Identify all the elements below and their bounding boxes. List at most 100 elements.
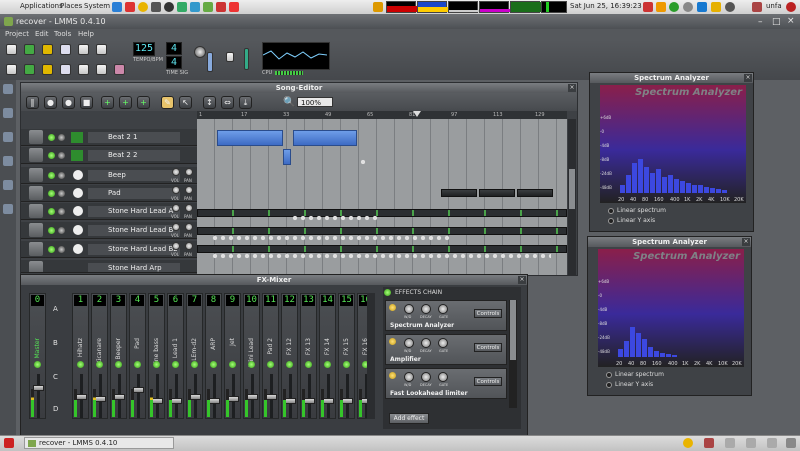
workspace-icon[interactable]	[746, 438, 756, 448]
beat-pattern[interactable]	[217, 130, 283, 146]
fader-track[interactable]	[175, 374, 178, 418]
mixer-channel[interactable]: 14 FX 14	[319, 293, 336, 419]
mixer-channel[interactable]: 11 Pad 2	[262, 293, 279, 419]
mute-led[interactable]	[153, 361, 160, 368]
fx-mixer-icon[interactable]	[78, 64, 89, 75]
add-beat-track-icon[interactable]: +	[101, 96, 114, 109]
volume-knob[interactable]	[172, 204, 180, 212]
places-menu[interactable]: Places	[60, 2, 82, 10]
playhead-marker[interactable]	[413, 111, 421, 117]
controls-button[interactable]: Controls	[474, 343, 502, 352]
pattern-notes[interactable]	[359, 159, 367, 165]
instrument-plugins-icon[interactable]	[3, 84, 13, 94]
keyboard-icon[interactable]	[373, 2, 383, 12]
network-icon[interactable]	[669, 2, 679, 12]
mute-led[interactable]	[172, 361, 179, 368]
fader-track[interactable]	[346, 374, 349, 418]
project-notes-icon[interactable]	[96, 64, 107, 75]
mixer-scrollbar[interactable]	[367, 293, 375, 419]
app-icon[interactable]	[643, 2, 653, 12]
add-sample-track-icon[interactable]: +	[119, 96, 132, 109]
beat-pattern[interactable]	[293, 130, 357, 146]
mute-led[interactable]	[48, 152, 55, 159]
timeline[interactable]: 1 17 33 49 65 81 97 113 129	[197, 111, 567, 119]
track-name[interactable]: Stone Hard Lead B2	[88, 244, 180, 255]
maximize-button[interactable]: □	[772, 17, 781, 27]
fader-track[interactable]	[213, 374, 216, 418]
solo-led[interactable]	[58, 134, 65, 141]
track-grip[interactable]	[29, 148, 43, 162]
automation-icon[interactable]	[42, 64, 53, 75]
record-icon[interactable]: ●	[44, 96, 57, 109]
beat-pattern[interactable]	[283, 149, 291, 165]
track-name[interactable]: Pad	[88, 188, 180, 199]
taskbar-window-button[interactable]: recover - LMMS 0.4.10	[24, 437, 174, 449]
fader-handle[interactable]	[114, 394, 125, 400]
trash-icon[interactable]	[786, 438, 796, 448]
melody-pattern[interactable]	[441, 189, 477, 197]
volume-knob[interactable]	[172, 223, 180, 231]
minimize-button[interactable]: –	[758, 17, 763, 27]
spectrum-window-title[interactable]: Spectrum Analyzer	[588, 237, 751, 247]
timesig-denominator[interactable]: 4	[166, 56, 182, 69]
mixer-channel[interactable]: 8 ARP	[205, 293, 222, 419]
stop-behaviour-icon[interactable]: ⤓	[239, 96, 252, 109]
record-play-icon[interactable]: ●	[62, 96, 75, 109]
window-titlebar[interactable]: recover - LMMS 0.4.10 – □ ×	[0, 14, 800, 29]
track-name[interactable]: Stone Hard Arp	[88, 263, 180, 272]
spectrum-window-title[interactable]: Spectrum Analyzer	[590, 73, 753, 83]
beat-editor-icon[interactable]	[24, 64, 35, 75]
mute-led[interactable]	[48, 172, 55, 179]
track-name[interactable]: Stone Hard Lead A	[88, 206, 180, 217]
master-volume-slider[interactable]	[207, 52, 213, 72]
wet-dry-knob[interactable]	[404, 372, 414, 382]
track-grip[interactable]	[29, 130, 43, 144]
system-menu[interactable]: System	[84, 2, 110, 10]
scroll-thumb[interactable]	[510, 300, 516, 360]
fx-mixer-title[interactable]: FX-Mixer	[21, 275, 527, 285]
decay-knob[interactable]	[421, 304, 431, 314]
mute-led[interactable]	[286, 361, 293, 368]
pan-knob[interactable]	[185, 168, 193, 176]
mixer-channel[interactable]: 5 Sine bass	[148, 293, 165, 419]
mute-led[interactable]	[210, 361, 217, 368]
mixer-channel[interactable]: 13 FX 13	[300, 293, 317, 419]
workspace-icon[interactable]	[725, 438, 735, 448]
melody-pattern[interactable]	[197, 245, 567, 253]
battery-icon[interactable]	[711, 2, 721, 12]
new-project-icon[interactable]	[6, 44, 17, 55]
show-desktop-icon[interactable]	[4, 438, 14, 448]
app-icon[interactable]	[656, 2, 666, 12]
solo-led[interactable]	[58, 246, 65, 253]
mute-led[interactable]	[248, 361, 255, 368]
oscilloscope[interactable]	[262, 42, 330, 70]
effect-slot[interactable]: W/D DECAY GATE Controls Fast Lookahead l…	[385, 368, 507, 399]
effect-slot[interactable]: W/D DECAY GATE Controls Amplifier	[385, 334, 507, 365]
controls-button[interactable]: Controls	[474, 377, 502, 386]
save-as-icon[interactable]	[78, 44, 89, 55]
track-name[interactable]: Beat 2 2	[88, 150, 180, 161]
scroll-thumb[interactable]	[569, 169, 575, 209]
melody-pattern[interactable]	[517, 189, 553, 197]
mute-led[interactable]	[191, 361, 198, 368]
fader-handle[interactable]	[209, 398, 220, 404]
mute-led[interactable]	[77, 361, 84, 368]
linear-y-radio[interactable]	[608, 218, 614, 224]
solo-led[interactable]	[58, 172, 65, 179]
wet-dry-knob[interactable]	[404, 304, 414, 314]
fader-track[interactable]	[37, 374, 40, 418]
menu-project[interactable]: Project	[5, 30, 29, 38]
mute-led[interactable]	[134, 361, 141, 368]
song-editor-title[interactable]: Song-Editor	[21, 83, 577, 93]
track-grip[interactable]	[29, 168, 43, 182]
fader-handle[interactable]	[342, 398, 353, 404]
menu-edit[interactable]: Edit	[35, 30, 49, 38]
timesig-numerator[interactable]: 4	[166, 42, 182, 55]
solo-led[interactable]	[58, 227, 65, 234]
fader-handle[interactable]	[171, 398, 182, 404]
mixer-channel[interactable]: 10 Wini Lead	[243, 293, 260, 419]
app-icon[interactable]	[125, 2, 135, 12]
mute-led[interactable]	[96, 361, 103, 368]
autoscroll-icon[interactable]: ↕	[203, 96, 216, 109]
my-home-icon[interactable]	[3, 180, 13, 190]
